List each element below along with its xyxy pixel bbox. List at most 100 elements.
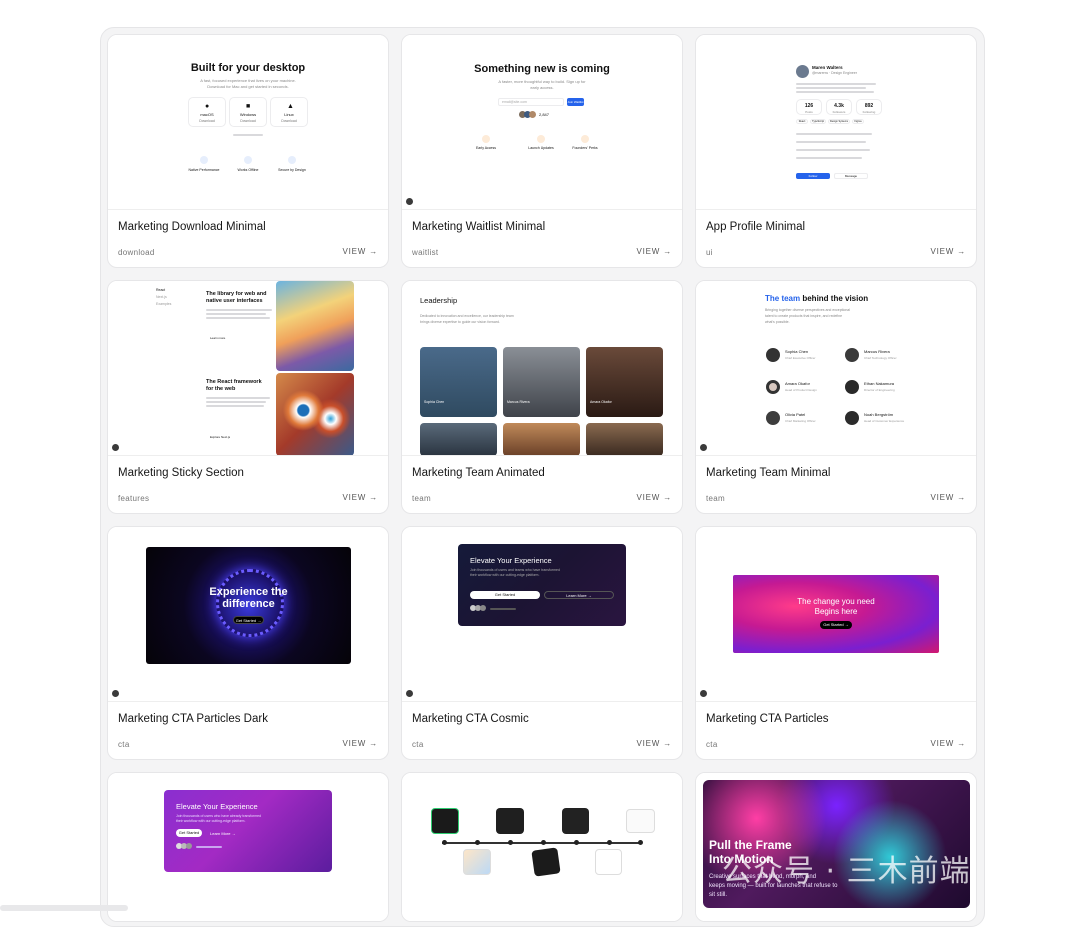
preview-heading: The team behind the vision [765, 294, 869, 303]
preview-heading: Leadership [420, 296, 458, 305]
view-link[interactable]: VIEW → [931, 247, 967, 256]
platform-card-linux: ▲ Linux Download [270, 97, 308, 127]
template-card-cta-particles-dark[interactable]: Experience the difference Get Started → … [107, 526, 389, 760]
theme-toggle-icon[interactable] [406, 690, 413, 697]
platform-label: Windows [239, 112, 257, 117]
timeline-card-thumbnail[interactable] [626, 809, 655, 833]
theme-toggle-icon[interactable] [700, 444, 707, 451]
template-card-team-animated[interactable]: Leadership Dedicated to innovation and e… [401, 280, 683, 514]
skill-tag: TypeScript [810, 119, 826, 124]
follow-button[interactable]: Follow [796, 173, 830, 179]
team-member-photo[interactable]: Sophia Chen [420, 347, 497, 417]
theme-toggle-icon[interactable] [406, 198, 413, 205]
download-link[interactable]: Download [230, 119, 266, 123]
watermark-text: 公众号 · 三木前端 [722, 854, 971, 889]
cta-subtitle-2: their workflow with our cutting-edge pla… [470, 573, 540, 577]
section-heading: The library for web and native user inte… [206, 291, 267, 304]
card-preview: Elevate Your Experience Join thousands o… [108, 773, 388, 921]
template-card-team-minimal[interactable]: The team behind the vision Bringing toge… [695, 280, 977, 514]
skill-tag: Figma [852, 119, 864, 124]
team-member-name: Amara Okafor [590, 400, 612, 404]
nav-item[interactable]: Next.js [156, 295, 167, 299]
timeline-card-thumbnail[interactable] [431, 808, 459, 834]
card-meta: Marketing Team Animated team VIEW → [402, 456, 682, 513]
theme-toggle-icon[interactable] [112, 444, 119, 451]
view-link[interactable]: VIEW → [343, 247, 379, 256]
view-link[interactable]: VIEW → [343, 493, 379, 502]
team-member-name: Sophia Chen [424, 400, 445, 404]
team-member-photo[interactable]: Amara Okafor [586, 347, 663, 417]
member-role: Chief Technology Officer [864, 356, 897, 360]
cta-subtitle: Join thousands of users and teams who ha… [470, 568, 560, 572]
learn-more-button[interactable]: Learn More → [544, 591, 614, 599]
nav-item[interactable]: React [156, 288, 165, 292]
preview-subtitle: A fast, focused experience that lives on… [200, 78, 296, 83]
timeline-card-thumbnail[interactable] [595, 849, 622, 875]
cta-heading: Elevate Your Experience [470, 556, 552, 565]
explore-link[interactable]: Explore Next.js [210, 435, 230, 439]
team-member-photo[interactable] [586, 423, 663, 455]
team-member-photo[interactable]: Marcus Rivera [503, 347, 580, 417]
team-member-photo[interactable] [420, 423, 497, 455]
download-link[interactable]: Download [271, 119, 307, 123]
member-role: Chief Executive Officer [785, 356, 816, 360]
profile-name: Maren Walters [812, 65, 843, 70]
cta-heading-line-2: difference [222, 598, 275, 610]
template-card-download-minimal[interactable]: Built for your desktop A fast, focused e… [107, 34, 389, 268]
message-button[interactable]: Message [834, 173, 868, 179]
download-link[interactable]: Download [189, 119, 225, 123]
join-waitlist-button[interactable]: Join Waitlist [567, 98, 584, 106]
learn-more-link[interactable]: Learn more [210, 336, 225, 340]
team-member-photo[interactable] [503, 423, 580, 455]
card-meta: Marketing Team Minimal team VIEW → [696, 456, 976, 513]
arrow-right-icon: → [231, 831, 236, 836]
activity-line [796, 141, 866, 143]
timeline-card-thumbnail[interactable] [562, 808, 589, 834]
template-card-app-profile-minimal[interactable]: Maren Walters @marenw · Design Engineer … [695, 34, 977, 268]
card-preview: The change you need Begins here Get Star… [696, 527, 976, 702]
body-line [206, 309, 272, 311]
timeline-card-thumbnail[interactable] [496, 808, 524, 834]
template-card-cta-particles[interactable]: The change you need Begins here Get Star… [695, 526, 977, 760]
platform-card-mac: ● macOS Download [188, 97, 226, 127]
get-started-button[interactable]: Get Started [470, 591, 540, 599]
member-name: Noah Bergström [864, 412, 894, 417]
get-started-button[interactable]: Get Started → [233, 616, 264, 624]
avatar [186, 843, 192, 849]
preview-subtitle: A faster, more thoughtful way to build. … [498, 79, 586, 84]
member-role: Director of Engineering [864, 388, 895, 392]
theme-toggle-icon[interactable] [112, 690, 119, 697]
horizontal-scrollbar[interactable] [0, 905, 128, 911]
card-title: Marketing Download Minimal [118, 221, 266, 233]
timeline-card-thumbnail[interactable] [531, 847, 561, 877]
template-card-cta-cosmic[interactable]: Elevate Your Experience Join thousands o… [401, 526, 683, 760]
learn-more-button[interactable]: Learn More → [210, 831, 236, 836]
email-input[interactable]: email@site.com [498, 98, 564, 106]
member-avatar [766, 380, 780, 394]
template-card-cta-violet[interactable]: Elevate Your Experience Join thousands o… [107, 772, 389, 922]
view-link[interactable]: VIEW → [931, 493, 967, 502]
arrow-right-icon: → [369, 247, 378, 256]
template-card-timeline[interactable] [401, 772, 683, 922]
view-link[interactable]: VIEW → [931, 739, 967, 748]
template-card-sticky-section[interactable]: React Next.js Examples The library for w… [107, 280, 389, 514]
windows-icon: ■ [246, 103, 251, 110]
feature-label: Secure by Design [278, 168, 306, 172]
get-started-button[interactable]: Get Started [176, 829, 202, 837]
view-link[interactable]: VIEW → [637, 247, 673, 256]
get-started-button[interactable]: Get Started → [820, 621, 852, 629]
feature-label: Early Access [475, 146, 497, 150]
arrow-right-icon: → [957, 247, 966, 256]
view-link[interactable]: VIEW → [343, 739, 379, 748]
timeline-card-thumbnail[interactable] [463, 849, 491, 875]
card-tag: cta [412, 740, 424, 749]
view-link[interactable]: VIEW → [637, 739, 673, 748]
offline-icon [244, 156, 252, 164]
template-card-waitlist-minimal[interactable]: Something new is coming A faster, more t… [401, 34, 683, 268]
cta-subtitle-2: their workflow with our cutting-edge pla… [176, 819, 246, 823]
theme-toggle-icon[interactable] [700, 690, 707, 697]
stat-value: 892 [864, 103, 874, 109]
nav-item[interactable]: Examples [156, 302, 171, 306]
body-line [206, 313, 266, 315]
view-link[interactable]: VIEW → [637, 493, 673, 502]
